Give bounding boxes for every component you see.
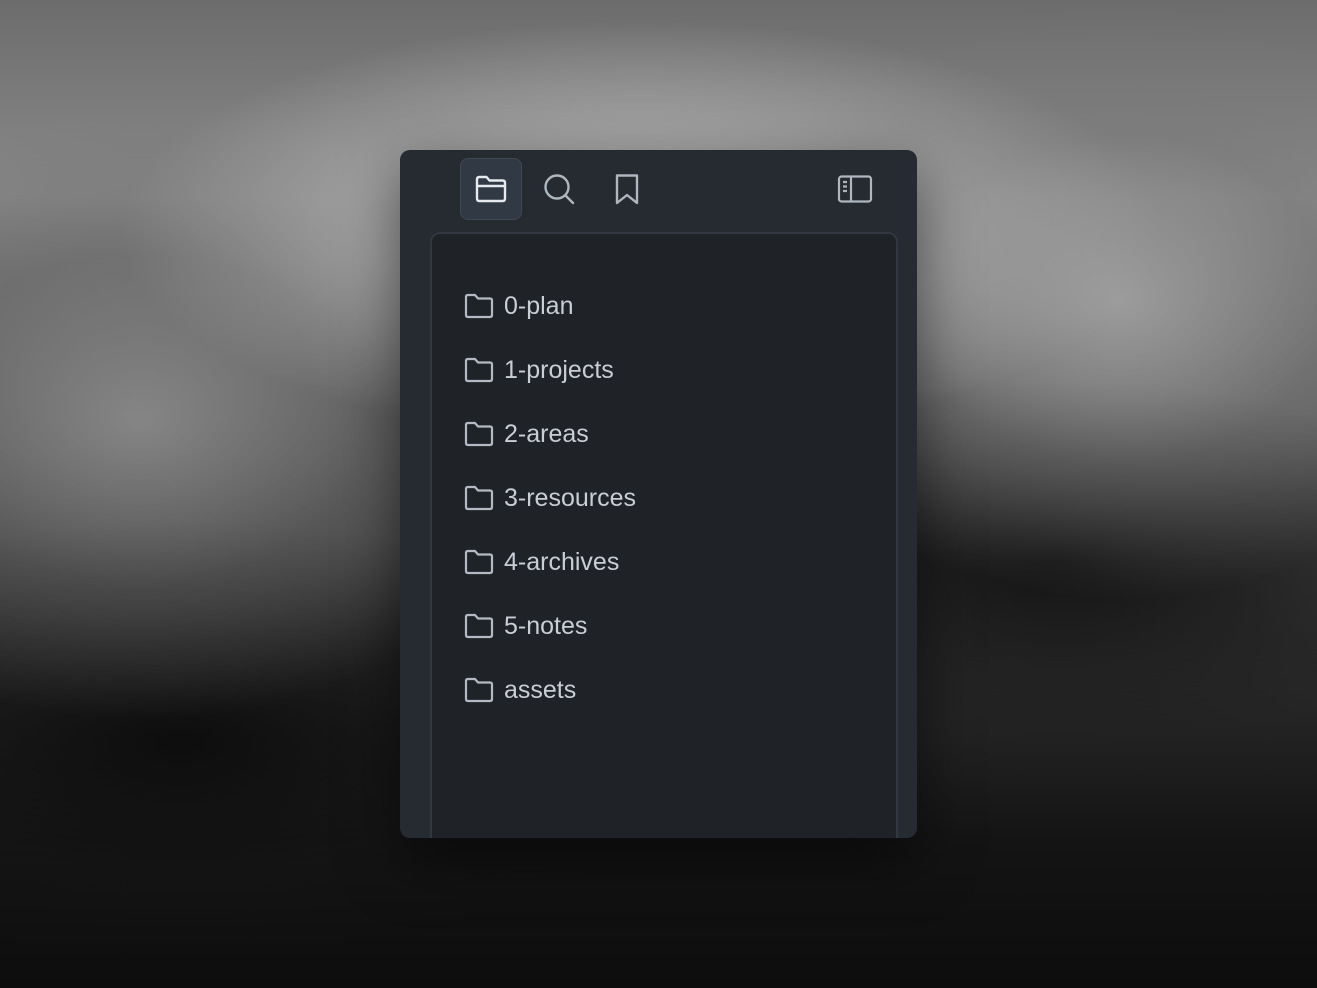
folder-icon <box>464 548 494 576</box>
folder-icon <box>464 484 494 512</box>
folder-label: 0-plan <box>504 291 574 320</box>
folder-label: 1-projects <box>504 355 614 384</box>
folder-item-5-notes[interactable]: 5-notes <box>464 594 636 658</box>
folder-icon <box>464 292 494 320</box>
folder-label: 3-resources <box>504 483 636 512</box>
folder-icon <box>464 612 494 640</box>
folder-icon <box>464 420 494 448</box>
file-tree-pane: 0-plan 1-projects 2-areas 3-resources 4-… <box>430 232 898 838</box>
bookmarks-tab-button[interactable] <box>596 158 658 220</box>
folder-item-4-archives[interactable]: 4-archives <box>464 530 636 594</box>
folder-label: assets <box>504 675 577 704</box>
folder-item-1-projects[interactable]: 1-projects <box>464 338 636 402</box>
sidebar-toolbar <box>400 150 917 232</box>
folder-item-assets[interactable]: assets <box>464 658 636 722</box>
toggle-sidebar-button[interactable] <box>824 158 886 220</box>
file-explorer-panel: 0-plan 1-projects 2-areas 3-resources 4-… <box>400 150 917 838</box>
search-tab-button[interactable] <box>528 158 590 220</box>
folder-item-0-plan[interactable]: 0-plan <box>464 274 636 338</box>
folder-label: 4-archives <box>504 547 620 576</box>
folder-icon <box>464 676 494 704</box>
sidebar-toggle-icon <box>837 174 873 204</box>
folder-icon <box>464 356 494 384</box>
folder-label: 5-notes <box>504 611 588 640</box>
search-icon <box>542 172 576 206</box>
folder-open-icon <box>474 174 508 204</box>
bookmark-icon <box>613 172 641 206</box>
folder-item-2-areas[interactable]: 2-areas <box>464 402 636 466</box>
folder-item-3-resources[interactable]: 3-resources <box>464 466 636 530</box>
folder-label: 2-areas <box>504 419 589 448</box>
files-tab-button[interactable] <box>460 158 522 220</box>
file-tree-list: 0-plan 1-projects 2-areas 3-resources 4-… <box>464 274 636 722</box>
